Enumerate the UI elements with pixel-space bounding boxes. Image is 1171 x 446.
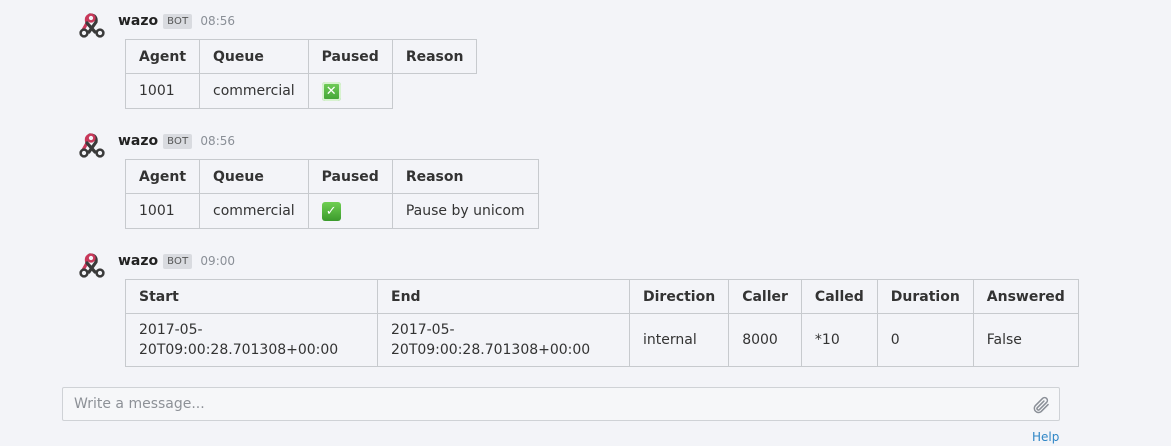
start-cell: 2017-05- 20T09:00:28.701308+00:00 <box>125 313 378 367</box>
paused-cell: ✕ <box>307 73 393 109</box>
table-row: 2017-05- 20T09:00:28.701308+00:00 2017-0… <box>125 313 1079 367</box>
chat-view: wazo BOT 08:56 Agent Queue Paused Reason… <box>0 0 1171 446</box>
answered-cell: False <box>972 313 1079 367</box>
message-header: wazo BOT 09:00 <box>118 252 235 270</box>
start-date: 2017-05- <box>139 322 203 338</box>
cross-mark-button-emoji-icon: ✕ <box>321 81 341 101</box>
column-header: Paused <box>307 159 393 194</box>
column-header: Called <box>800 279 878 314</box>
username[interactable]: wazo <box>118 253 158 269</box>
end-date: 2017-05- <box>391 322 455 338</box>
column-header: Start <box>125 279 378 314</box>
direction-cell: internal <box>628 313 730 367</box>
message-composer <box>62 387 1060 421</box>
caller-cell: 8000 <box>728 313 802 367</box>
column-header: Duration <box>876 279 974 314</box>
table-header-row: Agent Queue Paused Reason <box>124 159 539 194</box>
agent-cell: 1001 <box>124 193 201 229</box>
column-header: Reason <box>391 39 478 74</box>
message-input[interactable] <box>63 388 1023 420</box>
column-header: Direction <box>628 279 730 314</box>
column-header: Answered <box>972 279 1079 314</box>
help-link[interactable]: Help <box>1032 430 1059 444</box>
agent-status-table: Agent Queue Paused Reason 1001 commercia… <box>124 39 478 109</box>
message-header: wazo BOT 08:56 <box>118 12 235 30</box>
table-header-row: Start End Direction Caller Called Durati… <box>125 279 1079 314</box>
message-time[interactable]: 08:56 <box>200 14 235 28</box>
end-cell: 2017-05- 20T09:00:28.701308+00:00 <box>377 313 630 367</box>
message-time[interactable]: 09:00 <box>200 254 235 268</box>
table-row: 1001 commercial ✕ <box>124 73 477 109</box>
table-row: 1001 commercial ✓ Pause by unicom <box>124 193 539 229</box>
paperclip-icon[interactable] <box>1031 395 1051 415</box>
column-header: Reason <box>391 159 539 194</box>
start-time: 20T09:00:28.701308+00:00 <box>139 342 339 358</box>
bot-badge: BOT <box>163 253 193 269</box>
reason-cell: Pause by unicom <box>391 193 539 229</box>
end-time: 20T09:00:28.701308+00:00 <box>391 342 591 358</box>
bot-badge: BOT <box>163 13 193 29</box>
wazo-avatar-icon[interactable] <box>76 250 108 282</box>
queue-cell: commercial <box>199 193 309 229</box>
column-header: Queue <box>199 159 309 194</box>
check-mark-button-emoji-icon: ✓ <box>321 201 341 221</box>
table-header-row: Agent Queue Paused Reason <box>124 39 478 74</box>
queue-cell: commercial <box>199 73 309 109</box>
message-header: wazo BOT 08:56 <box>118 132 235 150</box>
column-header: Agent <box>124 39 201 74</box>
wazo-avatar-icon[interactable] <box>76 130 108 162</box>
message-time[interactable]: 08:56 <box>200 134 235 148</box>
called-cell: *10 <box>800 313 878 367</box>
username[interactable]: wazo <box>118 13 158 29</box>
duration-cell: 0 <box>876 313 974 367</box>
agent-status-table: Agent Queue Paused Reason 1001 commercia… <box>124 159 539 229</box>
paused-cell: ✓ <box>307 193 393 229</box>
username[interactable]: wazo <box>118 133 158 149</box>
call-log-table: Start End Direction Caller Called Durati… <box>125 279 1079 367</box>
bot-badge: BOT <box>163 133 193 149</box>
wazo-avatar-icon[interactable] <box>76 10 108 42</box>
column-header: End <box>377 279 630 314</box>
agent-cell: 1001 <box>124 73 201 109</box>
column-header: Agent <box>124 159 201 194</box>
reason-cell <box>392 74 477 109</box>
column-header: Queue <box>199 39 309 74</box>
column-header: Paused <box>307 39 393 74</box>
column-header: Caller <box>728 279 802 314</box>
